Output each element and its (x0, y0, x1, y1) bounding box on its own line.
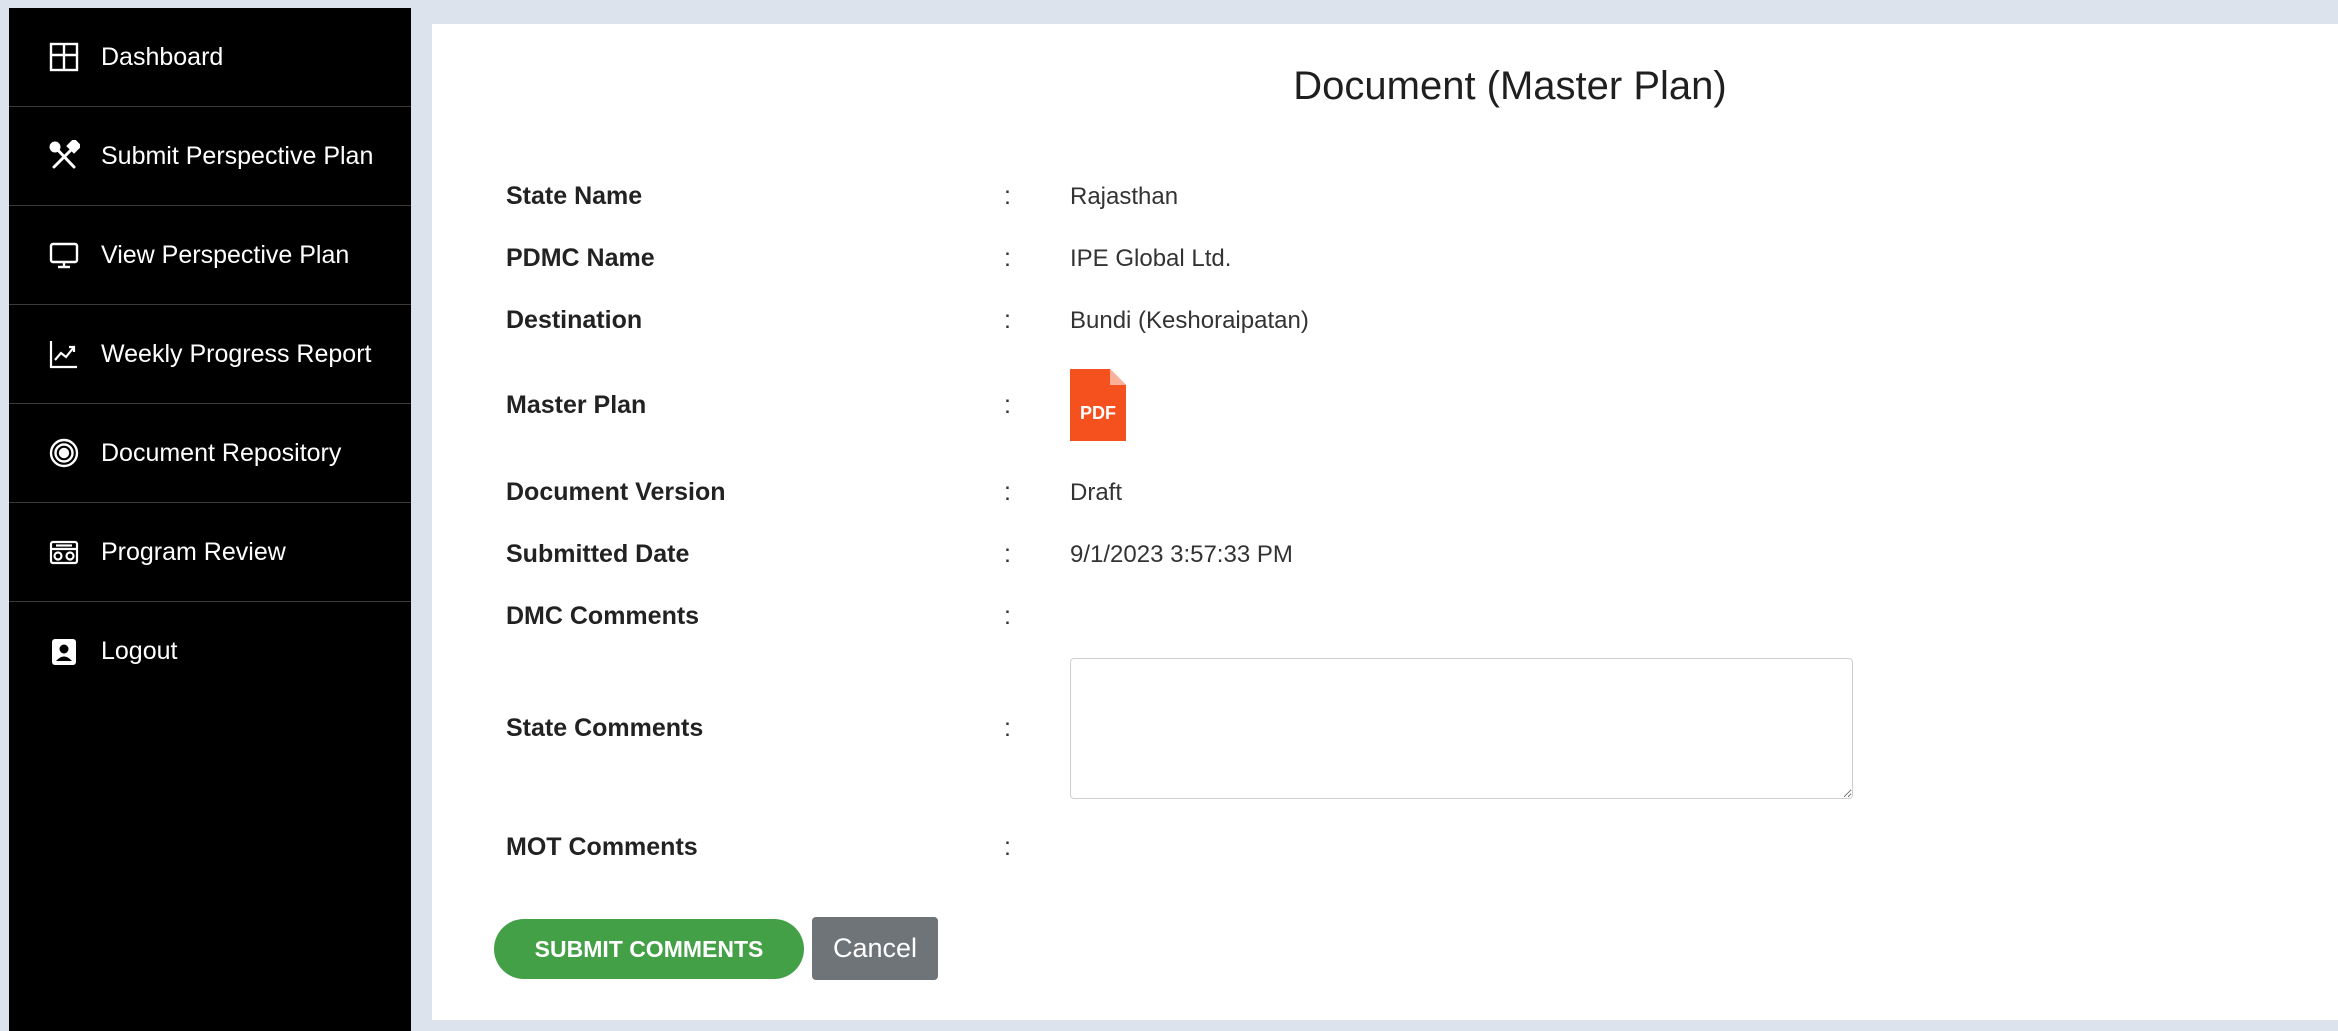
document-version-label: Document Version (506, 478, 726, 506)
destination-value: Bundi (Keshoraipatan) (1070, 306, 1309, 334)
colon: : (1004, 390, 1011, 419)
main-panel: Document (Master Plan) State Name : Raja… (432, 24, 2338, 1020)
dmc-comments-label: DMC Comments (506, 602, 700, 630)
sidebar-item-document-repository[interactable]: Document Repository (9, 404, 411, 503)
sidebar-item-label: View Perspective Plan (101, 240, 350, 269)
pdf-icon-text: PDF (1080, 403, 1116, 423)
colon: : (1004, 244, 1011, 272)
sidebar-item-label: Dashboard (101, 42, 224, 71)
field-row-mot-comments: MOT Comments : (506, 833, 2006, 862)
colon: : (1004, 306, 1011, 334)
sidebar-item-label: Logout (101, 637, 178, 665)
submit-comments-button[interactable]: SUBMIT COMMENTS (494, 919, 804, 979)
dashboard-icon (47, 40, 81, 74)
page-title: Document (Master Plan) (1293, 64, 1727, 108)
radio-icon (47, 535, 81, 569)
field-row-master-plan: Master Plan : PDF (506, 369, 2006, 441)
field-row-document-version: Document Version : Draft (506, 478, 2006, 507)
sidebar-item-view-perspective-plan[interactable]: View Perspective Plan (9, 206, 411, 305)
state-name-label: State Name (506, 182, 643, 210)
user-badge-icon (47, 635, 81, 669)
target-icon (47, 436, 81, 470)
master-plan-file-link[interactable]: PDF (1070, 369, 1126, 441)
sidebar-item-label: Document Repository (101, 438, 342, 467)
colon: : (1004, 602, 1011, 630)
submitted-date-label: Submitted Date (506, 540, 690, 568)
field-row-dmc-comments: DMC Comments : (506, 602, 2006, 631)
monitor-icon (47, 238, 81, 272)
state-comments-textarea[interactable] (1070, 658, 1853, 799)
destination-label: Destination (506, 306, 643, 334)
pdmc-name-label: PDMC Name (506, 244, 655, 272)
cancel-button[interactable]: Cancel (812, 917, 938, 980)
colon: : (1004, 182, 1011, 210)
pdmc-name-value: IPE Global Ltd. (1070, 244, 1232, 272)
sidebar-item-program-review[interactable]: Program Review (9, 503, 411, 602)
sidebar-item-dashboard[interactable]: Dashboard (9, 8, 411, 107)
submitted-date-value: 9/1/2023 3:57:33 PM (1070, 540, 1293, 568)
state-comments-label: State Comments (506, 714, 704, 742)
colon: : (1004, 714, 1011, 742)
sidebar-item-label: Weekly Progress Report (101, 339, 372, 368)
field-row-state-name: State Name : Rajasthan (506, 182, 2006, 211)
sidebar: Dashboard Submit Perspective Plan View P… (9, 8, 411, 1031)
sidebar-item-logout[interactable]: Logout (9, 602, 411, 701)
state-name-value: Rajasthan (1070, 182, 1179, 210)
sidebar-item-weekly-progress-report[interactable]: Weekly Progress Report (9, 305, 411, 404)
chart-line-icon (47, 337, 81, 371)
field-row-pdmc-name: PDMC Name : IPE Global Ltd. (506, 244, 2006, 273)
sidebar-item-submit-perspective-plan[interactable]: Submit Perspective Plan (9, 107, 411, 206)
colon: : (1004, 478, 1011, 506)
field-row-submitted-date: Submitted Date : 9/1/2023 3:57:33 PM (506, 540, 2006, 569)
pdf-icon[interactable]: PDF (1070, 369, 1126, 441)
tools-icon (47, 139, 81, 173)
colon: : (1004, 540, 1011, 568)
sidebar-item-label: Submit Perspective Plan (101, 141, 374, 170)
colon: : (1004, 833, 1011, 861)
field-row-state-comments: State Comments : (506, 658, 2006, 799)
document-version-value: Draft (1070, 478, 1123, 506)
app-root: Dashboard Submit Perspective Plan View P… (0, 0, 2338, 1031)
field-row-destination: Destination : Bundi (Keshoraipatan) (506, 306, 2006, 335)
sidebar-item-label: Program Review (101, 537, 286, 566)
master-plan-label: Master Plan (506, 390, 647, 419)
mot-comments-label: MOT Comments (506, 833, 698, 861)
